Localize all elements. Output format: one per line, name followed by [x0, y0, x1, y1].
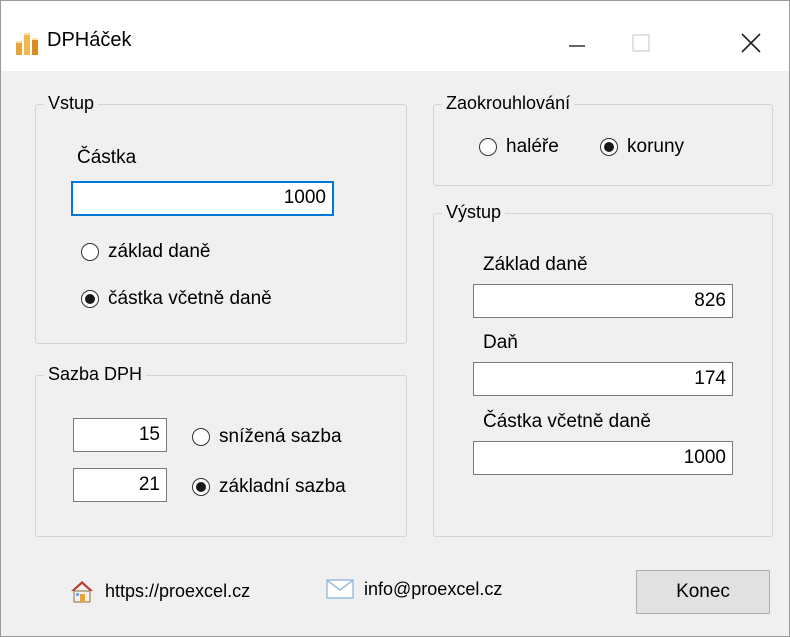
radio-reduced-rate-label: snížená sazba [219, 426, 342, 447]
app-window: DPHáček Vstup Částka 1000 základ daně čá… [0, 0, 790, 637]
radio-base-amount[interactable]: základ daně [81, 241, 210, 263]
vat-rate-group-legend: Sazba DPH [44, 364, 147, 385]
minimize-icon [569, 45, 585, 47]
website-link-text: https://proexcel.cz [105, 580, 251, 601]
amount-input[interactable]: 1000 [71, 181, 334, 216]
vat-rate-groupbox: Sazba DPH [35, 364, 407, 537]
total-label: Částka včetně daně [483, 411, 651, 432]
radio-round-halere-indicator [479, 138, 497, 156]
reduced-rate-input[interactable]: 15 [73, 418, 167, 452]
radio-standard-rate-indicator [192, 478, 210, 496]
title-bar[interactable]: DPHáček [1, 1, 789, 71]
radio-amount-with-tax[interactable]: částka včetně daně [81, 288, 272, 310]
radio-base-amount-indicator [81, 243, 99, 261]
tax-label: Daň [483, 332, 518, 353]
window-title: DPHáček [47, 29, 132, 51]
output-group-legend: Výstup [442, 202, 506, 223]
email-link-text: info@proexcel.cz [364, 578, 503, 599]
base-label: Základ daně [483, 254, 588, 275]
amount-label: Částka [77, 147, 137, 168]
email-link[interactable]: info@proexcel.cz [326, 578, 502, 600]
rounding-group-legend: Zaokrouhlování [442, 93, 575, 114]
radio-amount-with-tax-indicator [81, 290, 99, 308]
radio-amount-with-tax-label: částka včetně daně [108, 288, 272, 309]
radio-round-koruny-label: koruny [627, 136, 685, 157]
coins-icon [15, 30, 39, 56]
base-output[interactable]: 826 [473, 284, 733, 318]
standard-rate-input[interactable]: 21 [73, 468, 167, 502]
tax-output[interactable]: 174 [473, 362, 733, 396]
envelope-icon [326, 579, 354, 599]
input-group-legend: Vstup [44, 93, 99, 114]
minimize-button[interactable] [547, 21, 607, 65]
radio-reduced-rate-indicator [192, 428, 210, 446]
maximize-button [611, 21, 671, 65]
radio-standard-rate-label: základní sazba [219, 476, 346, 497]
radio-reduced-rate[interactable]: snížená sazba [192, 426, 342, 448]
radio-base-amount-label: základ daně [108, 241, 211, 262]
close-app-button[interactable]: Konec [636, 570, 770, 614]
radio-round-koruny-indicator [600, 138, 618, 156]
radio-standard-rate[interactable]: základní sazba [192, 476, 346, 498]
maximize-icon [632, 34, 650, 52]
radio-round-halere[interactable]: haléře [479, 136, 559, 158]
radio-round-koruny[interactable]: koruny [600, 136, 684, 158]
home-icon [71, 581, 93, 603]
radio-round-halere-label: haléře [506, 136, 559, 157]
close-icon [741, 33, 761, 53]
total-output[interactable]: 1000 [473, 441, 733, 475]
close-button[interactable] [713, 21, 789, 65]
website-link[interactable]: https://proexcel.cz [69, 578, 250, 604]
